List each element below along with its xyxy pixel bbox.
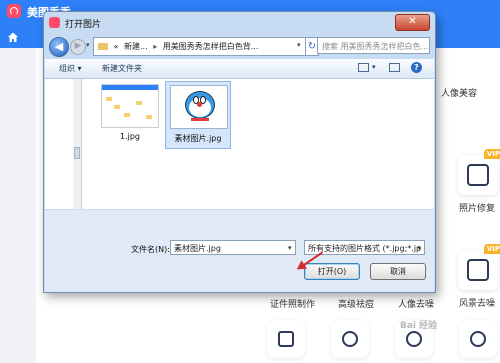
navigation-row: ◀ ▶ ▾ « 新建... ▸ 用美图秀秀怎样把白色背... ▾ ↻ 搜索 用美… <box>49 36 430 57</box>
dialog-title: 打开图片 <box>65 20 102 30</box>
help-icon[interactable]: ? <box>411 62 422 73</box>
recent-locations-chevron-icon[interactable]: ▾ <box>86 41 90 49</box>
file-item-material-image[interactable]: 素材图片.jpg <box>165 81 231 149</box>
feature-label-photo-repair[interactable]: 照片修复 <box>459 201 495 214</box>
view-chevron-icon[interactable]: ▾ <box>372 63 376 71</box>
file-name: 素材图片.jpg <box>174 134 222 143</box>
home-icon[interactable] <box>7 31 19 43</box>
tool-acne[interactable] <box>331 320 369 358</box>
vip-badge: VIP <box>483 149 500 159</box>
file-thumbnail <box>170 85 228 129</box>
address-dropdown-chevron-icon[interactable]: ▾ <box>297 41 301 49</box>
navigation-pane <box>45 79 82 209</box>
view-options-icon[interactable] <box>358 63 369 72</box>
search-input[interactable]: 搜索 用美图秀秀怎样把白色... <box>317 37 430 54</box>
scrollbar-thumb[interactable] <box>74 147 80 159</box>
dialog-title-bar[interactable]: 打开图片 ✕ <box>44 12 435 34</box>
filename-dropdown-chevron-icon[interactable]: ▾ <box>288 244 292 252</box>
open-file-dialog: 打开图片 ✕ ◀ ▶ ▾ « 新建... ▸ 用美图秀秀怎样把白色背... ▾ … <box>43 11 436 293</box>
feature-label-portrait[interactable]: 人像美容 <box>441 86 477 99</box>
breadcrumb-segment[interactable]: 新建... <box>124 42 148 51</box>
navigation-scrollbar[interactable] <box>73 79 81 209</box>
feature-card-scenery-denoise[interactable]: VIP <box>458 244 500 290</box>
scenery-denoise-icon <box>467 259 489 281</box>
watermark: Bai 经验 <box>400 321 438 331</box>
new-folder-button[interactable]: 新建文件夹 <box>102 63 142 74</box>
breadcrumb-segment[interactable]: 用美图秀秀怎样把白色背... <box>163 42 259 51</box>
tool-label-acne[interactable]: 高级祛痘 <box>338 297 374 310</box>
filetype-chevron-icon: ▾ <box>417 244 421 252</box>
dialog-footer: 文件名(N): 素材图片.jpg ▾ 所有支持的图片格式 (*.jpg;*.jp… <box>45 210 434 292</box>
file-thumbnail <box>101 84 159 128</box>
file-list: 1.jpg 素材图片.jpg <box>82 79 434 209</box>
filename-label: 文件名(N): <box>131 245 170 254</box>
back-arrow-icon[interactable]: ◀ <box>49 37 69 57</box>
meitu-logo-icon <box>49 17 60 28</box>
photo-repair-icon <box>467 164 489 186</box>
doraemon-image <box>185 91 215 123</box>
acne-icon <box>342 331 358 347</box>
breadcrumb-overflow[interactable]: « <box>114 42 119 51</box>
filename-input[interactable]: 素材图片.jpg <box>170 240 296 255</box>
organize-menu[interactable]: 组织 ▾ <box>59 63 82 74</box>
open-button[interactable]: 打开(O) <box>304 263 360 280</box>
cancel-button[interactable]: 取消 <box>370 263 426 280</box>
portrait-denoise-icon <box>406 331 422 347</box>
meitu-logo-icon <box>7 4 21 18</box>
filetype-value: 所有支持的图片格式 (*.jpg;*.jp <box>308 244 422 253</box>
vip-badge: VIP <box>483 244 500 254</box>
folder-icon <box>98 43 108 50</box>
app-left-rail <box>0 48 36 363</box>
tool-id-photo[interactable] <box>267 320 305 358</box>
address-bar[interactable]: « 新建... ▸ 用美图秀秀怎样把白色背... <box>93 37 307 56</box>
more-tool-icon <box>470 331 486 347</box>
feature-label-scenery-denoise[interactable]: 风景去噪 <box>459 296 495 309</box>
feature-card-photo-repair[interactable]: VIP <box>458 149 500 195</box>
dialog-toolbar: 组织 ▾ 新建文件夹 ▾ ? <box>45 59 434 79</box>
tool-label-id-photo[interactable]: 证件照制作 <box>270 297 315 310</box>
file-item-1jpg[interactable]: 1.jpg <box>97 81 163 149</box>
tool-more[interactable] <box>459 320 497 358</box>
forward-arrow-icon[interactable]: ▶ <box>70 39 86 55</box>
id-photo-icon <box>278 331 294 347</box>
file-name: 1.jpg <box>119 132 140 141</box>
close-button[interactable]: ✕ <box>395 14 430 31</box>
breadcrumb-separator-icon[interactable]: ▸ <box>153 42 157 51</box>
tool-label-portrait-denoise[interactable]: 人像去噪 <box>398 297 434 310</box>
preview-pane-icon[interactable] <box>389 63 400 72</box>
